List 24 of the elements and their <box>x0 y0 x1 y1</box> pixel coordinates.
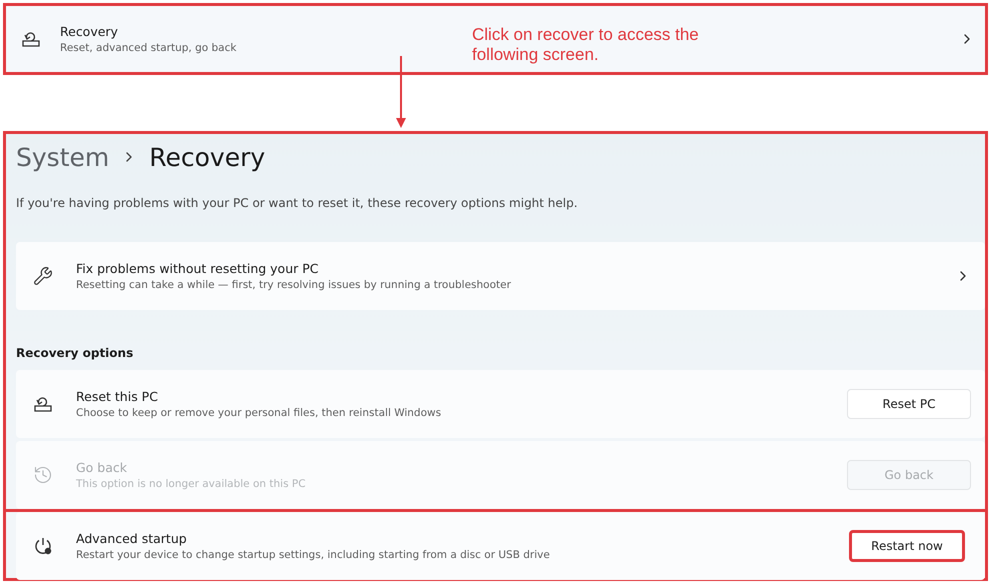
breadcrumb-parent[interactable]: System <box>16 142 110 172</box>
reset-icon <box>33 395 53 413</box>
page-title: Recovery <box>149 142 266 172</box>
setting-title: Reset this PC <box>76 389 158 404</box>
setting-subtitle: Restart your device to change startup settings, including starting from a disc or USB drive <box>76 549 550 561</box>
page-description: If you're having problems with your PC or want to reset it, these recovery options might help. <box>16 196 579 210</box>
wrench-icon <box>33 266 53 286</box>
setting-title: Fix problems without resetting your PC <box>76 261 319 276</box>
section-heading: Recovery options <box>16 346 134 360</box>
setting-title: Go back <box>76 460 128 475</box>
setting-subtitle: Reset, advanced startup, go back <box>60 42 236 54</box>
annotation-text: Click on recover to access the following screen. <box>472 25 700 65</box>
power-gear-icon <box>33 536 53 556</box>
setting-subtitle: This option is no longer available on this PC <box>76 478 306 490</box>
fix-problems-item[interactable]: Fix problems without resetting your PC Resetting can take a while — first, try resolving issues by running a troubleshooter <box>16 242 985 310</box>
setting-title: Advanced startup <box>76 531 187 546</box>
setting-subtitle: Resetting can take a while — first, try resolving issues by running a troubleshooter <box>76 279 511 291</box>
reset-icon <box>21 30 41 48</box>
arrow <box>395 56 407 128</box>
history-icon <box>33 465 53 485</box>
action-button[interactable]: Restart now <box>849 530 965 562</box>
setting-title: Recovery <box>60 24 118 39</box>
setting-subtitle: Choose to keep or remove your personal files, then reinstall Windows <box>76 407 442 419</box>
action-button[interactable]: Reset PC <box>847 389 971 419</box>
